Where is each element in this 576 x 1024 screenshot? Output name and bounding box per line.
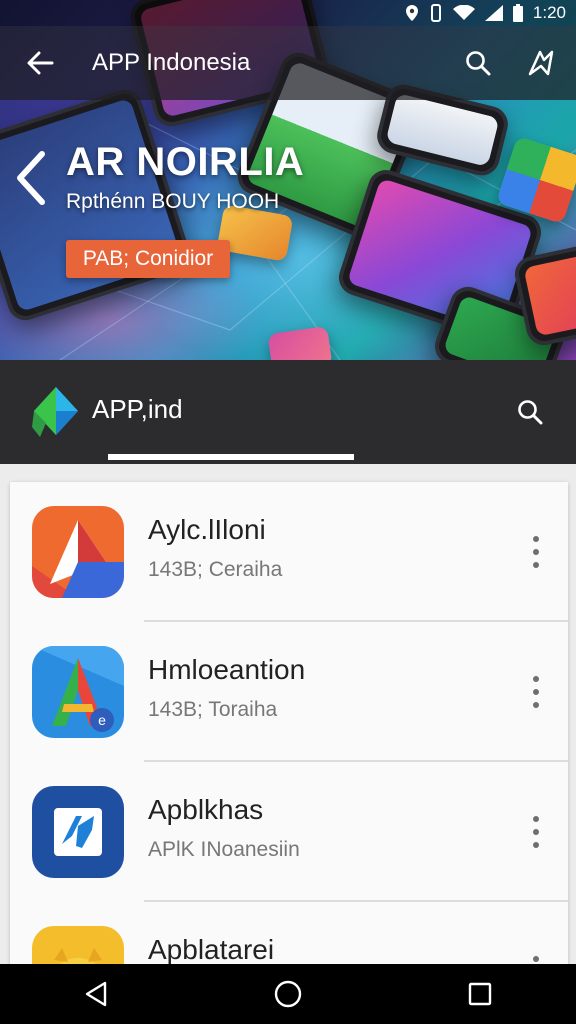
- app-icon-orange: [32, 506, 124, 598]
- screen: AR NOIRLIA Rpthénn BOUY HOOH PAB; Conidi…: [0, 0, 576, 1024]
- app-name: Apblkhas: [148, 794, 264, 825]
- app-meta: APlK INoanesiin: [148, 838, 300, 861]
- app-logo-icon: [30, 383, 82, 439]
- more-vert-icon[interactable]: [518, 810, 554, 854]
- hero-badge-button[interactable]: PAB; Conidior: [66, 240, 230, 278]
- app-name: Aylc.lIloni: [148, 514, 266, 545]
- battery-icon: [512, 4, 523, 22]
- location-icon: [405, 4, 419, 22]
- app-name: Apblatarei: [148, 934, 275, 965]
- arrow-back-icon[interactable]: [0, 26, 80, 100]
- secondary-toolbar: APP,ind: [0, 360, 576, 464]
- list-item[interactable]: Apblkhas APlK INoanesiin: [10, 762, 568, 902]
- list-item[interactable]: e Hmloeantion 143B; Toraiha: [10, 622, 568, 762]
- more-vert-icon[interactable]: [518, 530, 554, 574]
- toolbar-title: APP,ind: [92, 394, 183, 424]
- app-icon-blue-green: e: [32, 646, 124, 738]
- more-vert-icon[interactable]: [518, 670, 554, 714]
- vibrate-icon: [429, 4, 443, 22]
- app-meta: 143B; Toraiha: [148, 698, 278, 721]
- app-logo-icon[interactable]: [506, 26, 576, 100]
- app-meta: 143B; Ceraiha: [148, 558, 283, 581]
- nav-home-icon[interactable]: [258, 964, 318, 1024]
- status-bar: 1:20: [0, 0, 576, 26]
- app-name: Hmloeantion: [148, 654, 306, 685]
- svg-text:e: e: [98, 712, 106, 728]
- hero-prev-chevron-icon[interactable]: [12, 148, 52, 208]
- nav-recents-icon[interactable]: [450, 964, 510, 1024]
- status-time: 1:20: [532, 3, 566, 22]
- search-icon[interactable]: [506, 388, 554, 436]
- search-icon[interactable]: [450, 26, 506, 100]
- navigation-bar: [0, 964, 576, 1024]
- hero-title: AR NOIRLIA: [66, 140, 305, 184]
- tab-indicator: [108, 454, 354, 460]
- nav-back-icon[interactable]: [66, 964, 126, 1024]
- app-icon-navy: [32, 786, 124, 878]
- hero-subtitle: Rpthénn BOUY HOOH: [66, 190, 280, 213]
- app-list: Aylc.lIloni 143B; Ceraiha e Hmloeantion …: [10, 482, 568, 1024]
- app-bar-title: APP Indonesia: [92, 49, 251, 76]
- signal-icon: [484, 5, 503, 21]
- list-item[interactable]: Aylc.lIloni 143B; Ceraiha: [10, 482, 568, 622]
- app-bar: APP Indonesia: [0, 26, 576, 100]
- wifi-icon: [452, 5, 475, 21]
